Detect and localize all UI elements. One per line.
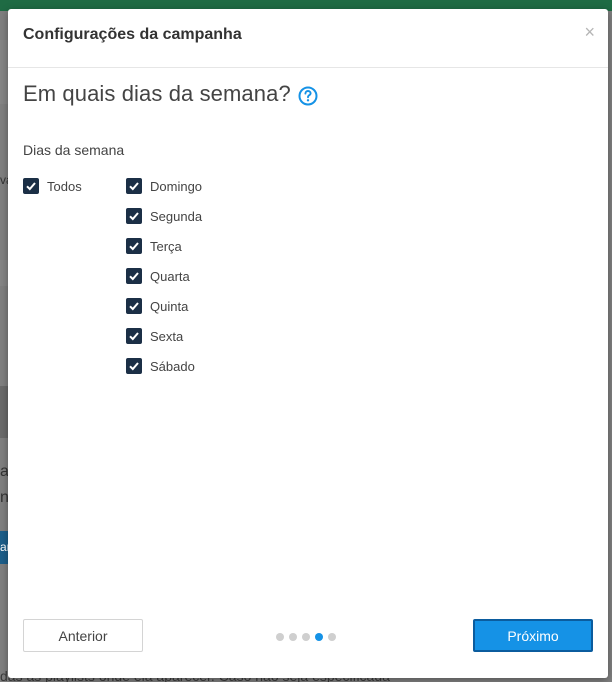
checkbox-segunda[interactable]: Segunda	[126, 208, 202, 224]
background-button: ar	[0, 531, 11, 564]
checkbox-sabado[interactable]: Sábado	[126, 358, 195, 374]
check-icon	[129, 332, 139, 341]
checkbox-box[interactable]	[23, 178, 39, 194]
step-dot[interactable]	[302, 633, 310, 641]
check-icon	[26, 182, 36, 191]
next-button[interactable]: Próximo	[473, 619, 593, 652]
checkbox-box[interactable]	[126, 208, 142, 224]
step-dot-active[interactable]	[315, 633, 323, 641]
checkbox-box[interactable]	[126, 268, 142, 284]
background-row	[0, 40, 8, 104]
checkbox-label: Sábado	[150, 358, 195, 374]
checkbox-label: Domingo	[150, 178, 203, 194]
background-block	[0, 386, 8, 438]
checkbox-terca[interactable]: Terça	[126, 238, 182, 254]
step-dot[interactable]	[289, 633, 297, 641]
checkbox-box[interactable]	[126, 178, 142, 194]
weekdays-section-label: Dias da semana	[23, 142, 125, 158]
modal-title: Configurações da campanha	[23, 26, 242, 43]
checkbox-label: Segunda	[150, 208, 203, 224]
check-icon	[129, 272, 139, 281]
check-icon	[129, 362, 139, 371]
checkbox-box[interactable]	[126, 358, 142, 374]
campaign-settings-modal: Configurações da campanha × Em quais dia…	[8, 9, 608, 678]
check-icon	[129, 242, 139, 251]
checkbox-label: Terça	[150, 238, 182, 254]
checkbox-box[interactable]	[126, 298, 142, 314]
checkbox-quarta[interactable]: Quarta	[126, 268, 190, 284]
previous-button[interactable]: Anterior	[23, 619, 143, 652]
checkbox-quinta[interactable]: Quinta	[126, 298, 188, 314]
checkbox-label: Todos	[47, 178, 82, 194]
close-icon[interactable]: ×	[584, 23, 595, 41]
check-icon	[129, 302, 139, 311]
checkbox-box[interactable]	[126, 238, 142, 254]
checkbox-all[interactable]: Todos	[23, 178, 82, 194]
help-circle-icon[interactable]	[298, 86, 318, 106]
step-indicator	[276, 633, 336, 641]
checkbox-domingo[interactable]: Domingo	[126, 178, 202, 194]
checkbox-label: Sexta	[150, 328, 184, 344]
check-icon	[129, 212, 139, 221]
check-icon	[129, 182, 139, 191]
step-dot[interactable]	[276, 633, 284, 641]
background-row	[0, 260, 8, 286]
checkbox-label: Quarta	[150, 268, 190, 284]
modal-footer: Anterior Próximo	[8, 618, 608, 678]
question-row: Em quais dias da semana?	[23, 81, 318, 107]
step-dot[interactable]	[328, 633, 336, 641]
modal-header: Configurações da campanha ×	[8, 9, 608, 68]
checkbox-box[interactable]	[126, 328, 142, 344]
checkbox-sexta[interactable]: Sexta	[126, 328, 183, 344]
page-question: Em quais dias da semana?	[23, 81, 291, 106]
checkbox-label: Quinta	[150, 298, 189, 314]
